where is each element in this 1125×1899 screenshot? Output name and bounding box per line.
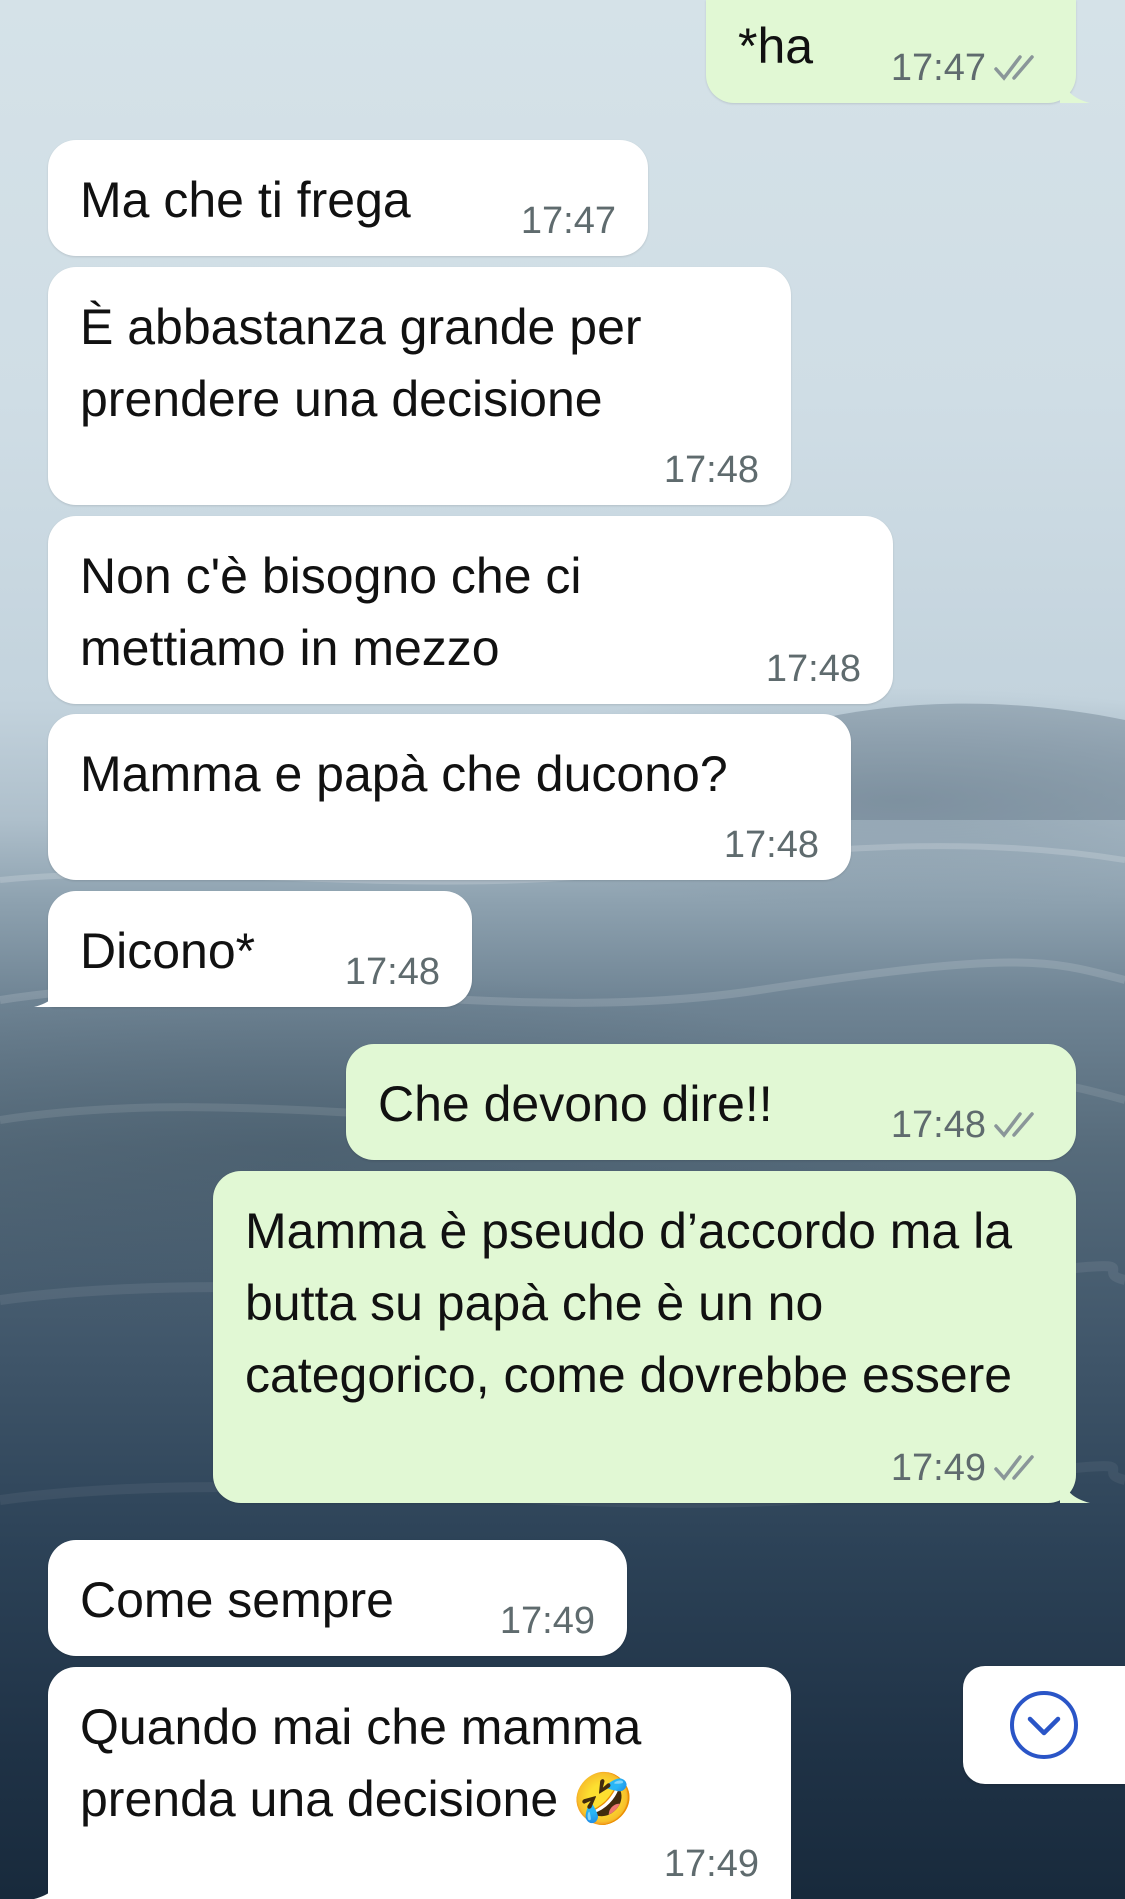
message-time: 17:48	[663, 449, 759, 491]
message-meta: 17:48	[766, 644, 861, 694]
scroll-to-bottom-button[interactable]	[963, 1666, 1125, 1784]
message-meta: 17:48	[664, 445, 759, 495]
message-meta: 17:49	[664, 1839, 759, 1889]
message-bubble-outgoing[interactable]: *ha 17:47	[706, 0, 1090, 103]
message-bubble-incoming[interactable]: È abbastanza grande per prendere una dec…	[48, 267, 791, 505]
read-receipt-icon	[994, 53, 1046, 83]
message-time: 17:49	[499, 1600, 595, 1642]
message-meta: 17:49	[891, 1443, 1046, 1493]
message-meta: 17:47	[891, 43, 1046, 93]
message-bubble-incoming[interactable]: Come sempre 17:49	[48, 1540, 627, 1656]
read-receipt-icon	[994, 1110, 1046, 1140]
bubble-tail	[1060, 73, 1090, 103]
message-meta: 17:48	[345, 947, 440, 997]
message-meta: 17:48	[724, 820, 819, 870]
message-time: 17:48	[890, 1104, 986, 1146]
message-text: Quando mai che mamma prenda una decision…	[80, 1699, 656, 1827]
message-time: 17:47	[520, 200, 616, 242]
message-meta: 17:48	[891, 1100, 1046, 1150]
bubble-tail	[34, 1869, 64, 1899]
message-time: 17:49	[890, 1447, 986, 1489]
message-text: Non c'è bisogno che ci mettiamo in mezzo	[80, 548, 596, 676]
message-bubble-incoming[interactable]: Mamma e papà che ducono? 17:48	[48, 714, 851, 880]
message-bubble-incoming[interactable]: Quando mai che mamma prenda una decision…	[34, 1667, 791, 1899]
read-receipt-icon	[994, 1453, 1046, 1483]
message-text: Mamma e papà che ducono?	[80, 746, 728, 802]
message-time: 17:48	[344, 951, 440, 993]
chevron-down-circle-icon	[1010, 1691, 1078, 1759]
message-meta: 17:49	[500, 1596, 595, 1646]
message-time: 17:49	[663, 1843, 759, 1885]
message-bubble-incoming[interactable]: Non c'è bisogno che ci mettiamo in mezzo…	[48, 516, 893, 704]
message-time: 17:48	[765, 648, 861, 690]
bubble-tail	[34, 977, 64, 1007]
message-text: Mamma è pseudo d’accordo ma la butta su …	[245, 1203, 1026, 1403]
message-time: 17:47	[890, 47, 986, 89]
message-time: 17:48	[723, 824, 819, 866]
message-bubble-incoming[interactable]: Ma che ti frega 17:47	[48, 140, 648, 256]
message-bubble-outgoing[interactable]: Che devono dire!! 17:48	[346, 1044, 1076, 1160]
bubble-tail	[1060, 1473, 1090, 1503]
message-bubble-incoming[interactable]: Dicono* 17:48	[34, 891, 472, 1007]
message-meta: 17:47	[521, 196, 616, 246]
message-text: È abbastanza grande per prendere una dec…	[80, 299, 656, 427]
message-bubble-outgoing[interactable]: Mamma è pseudo d’accordo ma la butta su …	[213, 1171, 1090, 1503]
